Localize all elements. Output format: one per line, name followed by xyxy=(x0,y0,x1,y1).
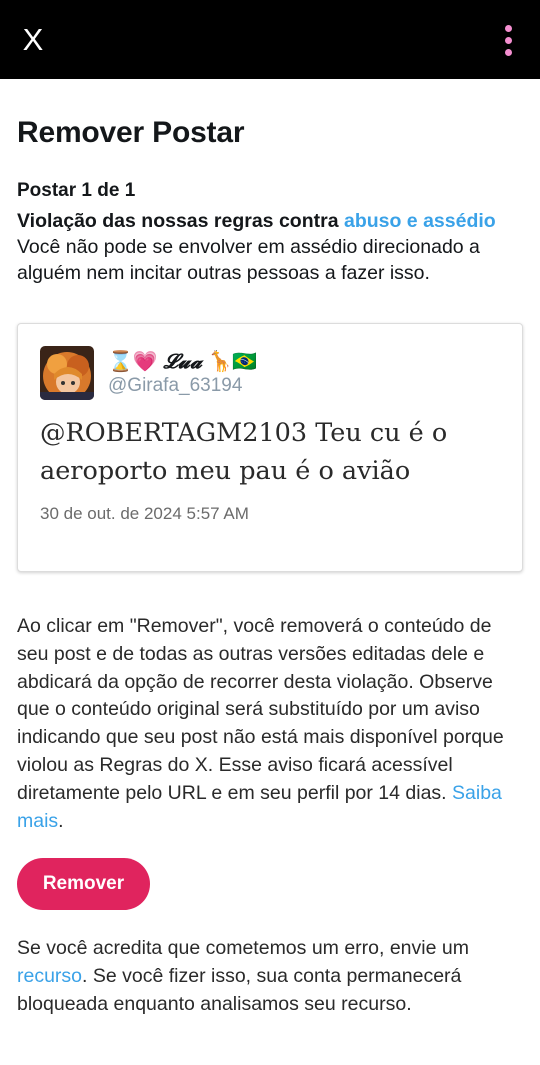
display-name: ⌛💗 𝓛𝓾𝓪 🦒🇧🇷 xyxy=(108,348,257,375)
kebab-menu-icon[interactable] xyxy=(496,22,522,58)
abuse-policy-link[interactable]: abuso e assédio xyxy=(344,210,496,232)
remove-button[interactable]: Remover xyxy=(17,858,150,910)
post-count: Postar 1 de 1 xyxy=(17,180,136,201)
explanation-end: . xyxy=(58,809,64,832)
tweet-card: ⌛💗 𝓛𝓾𝓪 🦒🇧🇷 @Girafa_63194 @ROBERTAGM2103 … xyxy=(17,323,523,572)
page-title: Remover Postar xyxy=(17,116,245,149)
explanation-text: Ao clicar em "Remover", você removerá o … xyxy=(17,615,504,804)
close-button[interactable]: X xyxy=(14,20,52,60)
display-name-flag: 🦒🇧🇷 xyxy=(207,351,258,373)
violation-block: Violação das nossas regras contra abuso … xyxy=(17,208,523,286)
tweet-text: @ROBERTAGM2103 Teu cu é o aeroporto meu … xyxy=(40,418,448,486)
avatar xyxy=(40,346,94,400)
violation-title: Violação das nossas regras contra xyxy=(17,210,339,232)
tweet-timestamp: 30 de out. de 2024 5:57 AM xyxy=(40,504,249,523)
top-bar: X xyxy=(0,0,540,79)
appeal-suffix: . Se você fizer isso, sua conta permanec… xyxy=(17,964,462,1015)
appeal-link[interactable]: recurso xyxy=(17,965,82,987)
violation-description: Você não pode se envolver em assédio dir… xyxy=(17,236,480,284)
display-name-text: 𝓛𝓾𝓪 xyxy=(163,349,202,373)
user-handle: @Girafa_63194 xyxy=(108,375,243,396)
appeal-prefix: Se você acredita que cometemos um erro, … xyxy=(17,937,469,959)
removal-explanation: Ao clicar em "Remover", você removerá o … xyxy=(17,613,523,835)
display-name-emoji: ⌛💗 xyxy=(108,351,158,373)
appeal-text: Se você acredita que cometemos um erro, … xyxy=(17,935,523,1018)
